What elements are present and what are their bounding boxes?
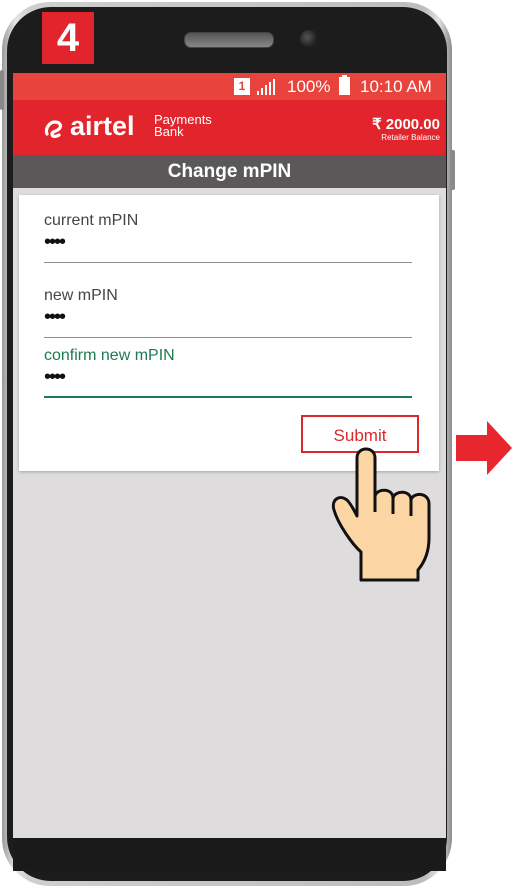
confirm-mpin-underline	[44, 396, 412, 398]
phone-side-button-right	[450, 150, 455, 190]
change-mpin-form: current mPIN •••• new mPIN •••• confirm …	[19, 195, 439, 471]
next-arrow-icon	[456, 421, 512, 475]
phone-camera	[300, 30, 318, 48]
signal-icon	[257, 79, 275, 95]
page-title: Change mPIN	[13, 155, 446, 188]
brand-subtitle: Payments Bank	[154, 113, 212, 139]
confirm-mpin-input[interactable]: ••••	[44, 367, 412, 388]
phone-speaker	[184, 32, 274, 48]
status-bar: 1 100% 10:10 AM	[13, 73, 446, 100]
brand-subtitle-line2: Bank	[154, 124, 184, 139]
step-number-badge: 4	[42, 12, 94, 64]
status-time: 10:10 AM	[360, 77, 432, 96]
confirm-mpin-field[interactable]: confirm new mPIN ••••	[44, 347, 412, 398]
app-header: airtel Payments Bank ₹ 2000.00 Retailer …	[13, 100, 446, 155]
current-mpin-input[interactable]: ••••	[44, 232, 412, 253]
battery-percentage: 100%	[287, 77, 331, 96]
balance-amount: ₹ 2000.00	[372, 116, 440, 133]
phone-side-button-left	[0, 70, 4, 110]
current-mpin-underline	[44, 262, 412, 263]
new-mpin-input[interactable]: ••••	[44, 307, 412, 328]
balance-label: Retailer Balance	[381, 133, 440, 142]
confirm-mpin-label: confirm new mPIN	[44, 347, 175, 364]
new-mpin-label: new mPIN	[44, 287, 118, 304]
new-mpin-underline	[44, 337, 412, 338]
sim-icon: 1	[234, 78, 250, 95]
brand-name: airtel	[70, 111, 135, 141]
pointing-hand-icon	[331, 447, 431, 582]
airtel-logo-icon	[44, 120, 62, 138]
battery-icon	[339, 75, 350, 95]
current-mpin-field[interactable]: current mPIN ••••	[44, 212, 412, 263]
current-mpin-label: current mPIN	[44, 212, 139, 229]
new-mpin-field[interactable]: new mPIN ••••	[44, 287, 412, 338]
retailer-balance: ₹ 2000.00 Retailer Balance	[372, 115, 440, 142]
phone-nav-bar	[13, 838, 446, 871]
